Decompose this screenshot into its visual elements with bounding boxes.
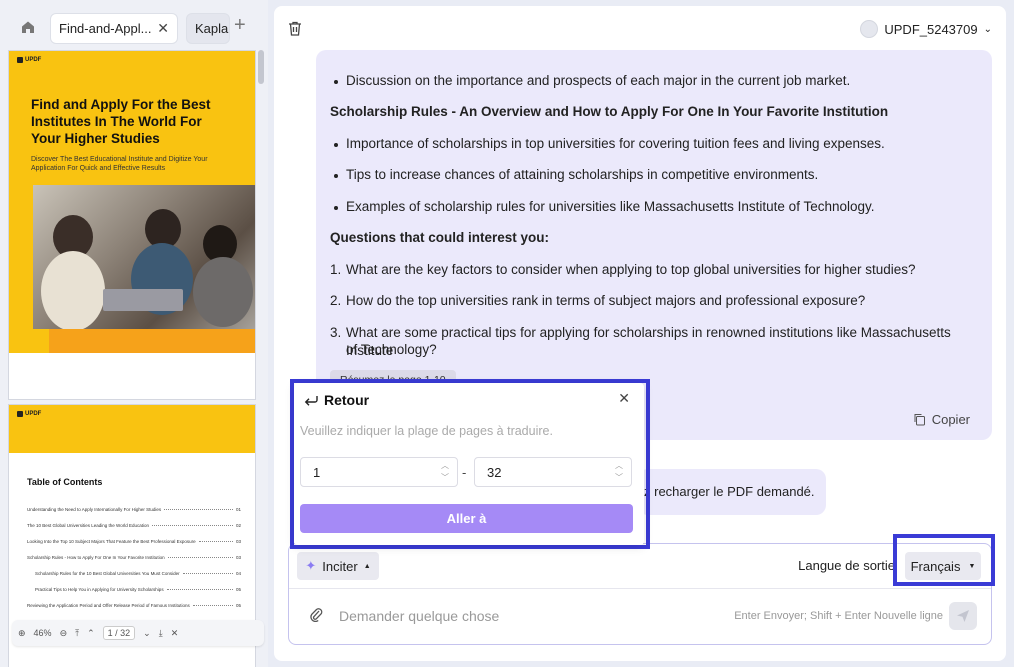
send-icon — [957, 610, 969, 622]
page-range-dialog: Retour ✕ Veuillez indiquer la plage de p… — [294, 383, 644, 545]
attach-icon[interactable] — [309, 606, 323, 627]
page-range-hint: Veuillez indiquer la plage de pages à tr… — [300, 424, 553, 438]
page-indicator[interactable]: 1 / 32 — [102, 626, 136, 640]
prev-page-icon[interactable]: ⌃ — [87, 628, 95, 639]
thumbnail-page-1[interactable]: UPDF Find and Apply For the Best Institu… — [8, 50, 256, 400]
message-line: Importance of scholarships in top univer… — [346, 136, 885, 151]
back-arrow-icon — [304, 396, 318, 406]
suggested-question-continued[interactable]: of Technology? — [346, 341, 437, 359]
sparkle-icon: ✦ — [305, 558, 317, 573]
chat-input-area: ✦ Inciter ▲ Langue de sortie Français ▼ … — [288, 543, 992, 645]
home-button[interactable] — [14, 13, 42, 41]
cover-subtitle: Discover The Best Educational Institute … — [31, 156, 208, 172]
next-page-icon[interactable]: ⌄ — [143, 628, 151, 639]
to-page-value: 32 — [487, 465, 502, 480]
user-name: UPDF_5243709 — [884, 21, 978, 37]
cover-photo — [33, 185, 255, 329]
copy-button[interactable]: Copier — [913, 412, 970, 427]
close-toolbar-icon[interactable]: ✕ — [171, 628, 179, 639]
message-heading: Scholarship Rules - An Overview and How … — [330, 104, 889, 119]
from-page-value: 1 — [313, 465, 321, 480]
message-line: Examples of scholarship rules for univer… — [346, 199, 875, 214]
tab-document-kaplan[interactable]: Kaplan — [186, 13, 230, 44]
output-language-label: Langue de sortie — [798, 558, 895, 573]
assistant-message-secondary: z recharger le PDF demandé. — [638, 469, 826, 515]
to-page-input[interactable]: 32 ︿ ﹀ — [474, 457, 632, 487]
page-thumbnails[interactable]: UPDF Find and Apply For the Best Institu… — [8, 50, 264, 667]
stepper-icon[interactable]: ︿ ﹀ — [441, 460, 449, 484]
close-icon[interactable]: ✕ — [157, 20, 169, 37]
thumbnail-scrollbar[interactable] — [258, 50, 264, 84]
suggested-question[interactable]: What are the key factors to consider whe… — [346, 261, 916, 279]
zoom-in-icon[interactable]: ⊕ — [18, 628, 26, 639]
chat-input[interactable] — [339, 608, 719, 624]
toc-entry: Reviewing the Application Period and Off… — [27, 602, 241, 608]
tab-label: Find-and-Appl... — [59, 21, 152, 36]
message-line: Discussion on the importance and prospec… — [346, 73, 851, 88]
keyboard-hint: Enter Envoyer; Shift + Enter Nouvelle li… — [734, 610, 943, 622]
add-tab-icon[interactable]: + — [234, 14, 246, 37]
toc-entry: Looking Into the Top 10 Subject Majors T… — [27, 538, 241, 544]
divider — [289, 588, 991, 589]
updf-logo: UPDF — [17, 411, 41, 417]
list-number: 2. — [330, 293, 342, 308]
send-button[interactable] — [949, 602, 977, 630]
zoom-toolbar: ⊕ 46% ⊖ ⤒ ⌃ 1 / 32 ⌄ ⤓ ✕ — [12, 620, 264, 646]
range-separator: - — [462, 465, 467, 480]
list-number: 3. — [330, 325, 342, 340]
first-page-icon[interactable]: ⤒ — [75, 628, 79, 639]
toc-entry: Scholarship Rules for the 10 Best Global… — [35, 570, 241, 576]
suggested-question[interactable]: How do the top universities rank in term… — [346, 292, 865, 310]
tab-bar: Find-and-Appl... ✕ Kaplan + — [0, 0, 268, 50]
zoom-level[interactable]: 46% — [34, 628, 52, 638]
back-label: Retour — [324, 392, 370, 408]
page-header-band — [9, 405, 255, 453]
inciter-button[interactable]: ✦ Inciter ▲ — [297, 552, 379, 580]
tab-document-active[interactable]: Find-and-Appl... ✕ — [50, 13, 178, 44]
suggested-question[interactable]: What are some practical tips for applyin… — [346, 324, 992, 360]
updf-logo: UPDF — [17, 57, 41, 63]
tab-label: Kaplan — [195, 21, 229, 36]
message-line: Tips to increase chances of attaining sc… — [346, 167, 819, 182]
document-sidebar: Find-and-Appl... ✕ Kaplan + UPDF Find an… — [0, 0, 268, 667]
message-line: z recharger le PDF demandé. — [644, 484, 815, 499]
toc-entry: Understanding the Need to Apply Internat… — [27, 506, 241, 512]
copy-label: Copier — [931, 412, 970, 427]
list-number: 1. — [330, 262, 342, 277]
from-page-input[interactable]: 1 ︿ ﹀ — [300, 457, 458, 487]
inciter-label: Inciter — [322, 558, 358, 574]
close-icon[interactable]: ✕ — [618, 390, 630, 407]
chevron-down-icon: ⌄ — [983, 23, 992, 35]
toc-title: Table of Contents — [27, 477, 103, 487]
toc-entry: Scholarship Rules - How to Apply For One… — [27, 554, 241, 560]
copy-icon — [914, 414, 925, 426]
last-page-icon[interactable]: ⤓ — [159, 628, 163, 639]
cover-title: Find and Apply For the Best Institutes I… — [31, 97, 211, 146]
trash-icon[interactable] — [288, 21, 302, 41]
message-heading: Questions that could interest you: — [330, 230, 550, 245]
back-button[interactable]: Retour — [304, 392, 369, 408]
highlight-frame-language — [893, 534, 995, 586]
toc-entry: Practical Tips to Help You in Applying f… — [35, 586, 241, 592]
go-to-button[interactable]: Aller à — [300, 504, 633, 533]
caret-up-icon: ▲ — [363, 562, 371, 570]
toc-entry: The 10 Best Global Universities Leading … — [27, 522, 241, 528]
user-menu[interactable]: UPDF_5243709 ⌄ — [860, 20, 992, 38]
avatar — [860, 20, 879, 38]
home-icon — [22, 21, 34, 33]
stepper-icon[interactable]: ︿ ﹀ — [615, 460, 623, 484]
zoom-out-icon[interactable]: ⊖ — [60, 628, 68, 639]
